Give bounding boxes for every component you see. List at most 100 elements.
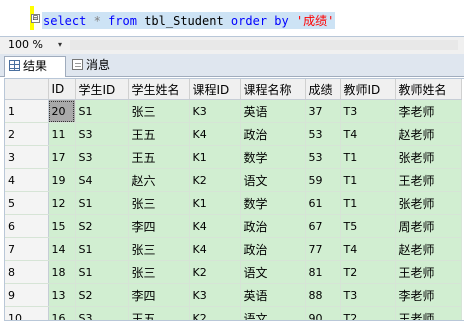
table-row[interactable]: 9 13 S2 李四 K3 英语 88 T3 李老师 <box>5 283 462 307</box>
column-header-student-name[interactable]: 学生姓名 <box>128 79 190 100</box>
score-cell[interactable]: 81 <box>305 260 341 284</box>
student-id-cell[interactable]: S1 <box>75 237 129 261</box>
course-name-cell[interactable]: 英语 <box>240 283 306 307</box>
teacher-id-cell[interactable]: T3 <box>340 99 396 123</box>
course-name-cell[interactable]: 语文 <box>240 168 306 192</box>
student-name-cell[interactable]: 张三 <box>128 99 190 123</box>
horizontal-scrollbar[interactable] <box>70 40 458 50</box>
table-row[interactable]: 3 17 S3 王五 K1 数学 53 T1 张老师 <box>5 145 462 169</box>
teacher-id-cell[interactable]: T3 <box>340 283 396 307</box>
course-name-cell[interactable]: 政治 <box>240 214 306 238</box>
table-row[interactable]: 2 11 S3 王五 K4 政治 53 T4 赵老师 <box>5 122 462 146</box>
teacher-id-cell[interactable]: T1 <box>340 191 396 215</box>
student-id-cell[interactable]: S2 <box>75 214 129 238</box>
score-cell[interactable]: 61 <box>305 191 341 215</box>
student-id-cell[interactable]: S1 <box>75 99 129 123</box>
student-name-cell[interactable]: 赵六 <box>128 168 190 192</box>
course-id-cell[interactable]: K4 <box>189 214 241 238</box>
course-id-cell[interactable]: K4 <box>189 237 241 261</box>
collapse-toggle-icon[interactable]: ⊟ <box>31 14 40 23</box>
table-row[interactable]: 4 19 S4 赵六 K2 语文 59 T1 王老师 <box>5 168 462 192</box>
column-header-rownum[interactable] <box>5 79 49 100</box>
student-id-cell[interactable]: S3 <box>75 145 129 169</box>
course-name-cell[interactable]: 数学 <box>240 191 306 215</box>
results-grid[interactable]: ID 学生ID 学生姓名 课程ID 课程名称 成绩 教师ID 教师姓名 1 20 S… <box>4 78 464 321</box>
id-cell[interactable]: 16 <box>48 306 76 320</box>
course-id-cell[interactable]: K1 <box>189 191 241 215</box>
table-row[interactable]: 8 18 S1 张三 K2 语文 81 T2 王老师 <box>5 260 462 284</box>
table-row[interactable]: 10 16 S3 王五 K2 语文 90 T2 王老师 <box>5 306 462 320</box>
row-number[interactable]: 7 <box>5 237 49 261</box>
teacher-name-cell[interactable]: 赵老师 <box>395 237 462 261</box>
course-name-cell[interactable]: 政治 <box>240 122 306 146</box>
course-id-cell[interactable]: K3 <box>189 99 241 123</box>
student-name-cell[interactable]: 王五 <box>128 122 190 146</box>
student-id-cell[interactable]: S4 <box>75 168 129 192</box>
sql-query-line[interactable]: select * from tbl_Student order by '成绩' <box>42 12 336 29</box>
tab-results[interactable]: 结果 <box>4 56 66 77</box>
column-header-teacher-name[interactable]: 教师姓名 <box>395 79 462 100</box>
course-id-cell[interactable]: K2 <box>189 306 241 320</box>
teacher-id-cell[interactable]: T4 <box>340 122 396 146</box>
id-cell[interactable]: 15 <box>48 214 76 238</box>
column-header-course-name[interactable]: 课程名称 <box>240 79 306 100</box>
score-cell[interactable]: 53 <box>305 122 341 146</box>
teacher-id-cell[interactable]: T4 <box>340 237 396 261</box>
table-row[interactable]: 7 14 S1 张三 K4 政治 77 T4 赵老师 <box>5 237 462 261</box>
row-number[interactable]: 9 <box>5 283 49 307</box>
course-name-cell[interactable]: 政治 <box>240 237 306 261</box>
score-cell[interactable]: 90 <box>305 306 341 320</box>
student-name-cell[interactable]: 王五 <box>128 306 190 320</box>
column-header-teacher-id[interactable]: 教师ID <box>340 79 396 100</box>
zoom-select[interactable]: 100 % <box>4 37 64 53</box>
row-number[interactable]: 10 <box>5 306 49 320</box>
row-number[interactable]: 8 <box>5 260 49 284</box>
table-row[interactable]: 5 12 S1 张三 K1 数学 61 T1 张老师 <box>5 191 462 215</box>
id-cell[interactable]: 17 <box>48 145 76 169</box>
dropdown-arrow-icon[interactable] <box>58 37 62 53</box>
id-cell[interactable]: 11 <box>48 122 76 146</box>
teacher-id-cell[interactable]: T2 <box>340 260 396 284</box>
teacher-name-cell[interactable]: 王老师 <box>395 306 462 320</box>
teacher-name-cell[interactable]: 张老师 <box>395 191 462 215</box>
row-number[interactable]: 5 <box>5 191 49 215</box>
score-cell[interactable]: 59 <box>305 168 341 192</box>
course-id-cell[interactable]: K2 <box>189 260 241 284</box>
id-cell[interactable]: 20 <box>48 99 76 123</box>
student-name-cell[interactable]: 李四 <box>128 283 190 307</box>
score-cell[interactable]: 67 <box>305 214 341 238</box>
student-name-cell[interactable]: 李四 <box>128 214 190 238</box>
teacher-id-cell[interactable]: T5 <box>340 214 396 238</box>
id-cell[interactable]: 14 <box>48 237 76 261</box>
teacher-id-cell[interactable]: T2 <box>340 306 396 320</box>
student-name-cell[interactable]: 王五 <box>128 145 190 169</box>
course-name-cell[interactable]: 语文 <box>240 260 306 284</box>
table-row[interactable]: 1 20 S1 张三 K3 英语 37 T3 李老师 <box>5 99 462 123</box>
row-number[interactable]: 4 <box>5 168 49 192</box>
row-number[interactable]: 1 <box>5 99 49 123</box>
score-cell[interactable]: 37 <box>305 99 341 123</box>
column-header-score[interactable]: 成绩 <box>305 79 341 100</box>
id-cell[interactable]: 13 <box>48 283 76 307</box>
student-name-cell[interactable]: 张三 <box>128 191 190 215</box>
student-id-cell[interactable]: S1 <box>75 191 129 215</box>
table-row[interactable]: 6 15 S2 李四 K4 政治 67 T5 周老师 <box>5 214 462 238</box>
id-cell[interactable]: 12 <box>48 191 76 215</box>
student-name-cell[interactable]: 张三 <box>128 260 190 284</box>
teacher-name-cell[interactable]: 李老师 <box>395 283 462 307</box>
teacher-name-cell[interactable]: 周老师 <box>395 214 462 238</box>
teacher-id-cell[interactable]: T1 <box>340 145 396 169</box>
student-id-cell[interactable]: S1 <box>75 260 129 284</box>
score-cell[interactable]: 88 <box>305 283 341 307</box>
student-id-cell[interactable]: S3 <box>75 306 129 320</box>
id-cell[interactable]: 19 <box>48 168 76 192</box>
row-number[interactable]: 6 <box>5 214 49 238</box>
student-id-cell[interactable]: S2 <box>75 283 129 307</box>
course-name-cell[interactable]: 数学 <box>240 145 306 169</box>
id-cell[interactable]: 18 <box>48 260 76 284</box>
student-id-cell[interactable]: S3 <box>75 122 129 146</box>
course-id-cell[interactable]: K1 <box>189 145 241 169</box>
column-header-student-id[interactable]: 学生ID <box>75 79 129 100</box>
teacher-name-cell[interactable]: 王老师 <box>395 260 462 284</box>
row-number[interactable]: 2 <box>5 122 49 146</box>
